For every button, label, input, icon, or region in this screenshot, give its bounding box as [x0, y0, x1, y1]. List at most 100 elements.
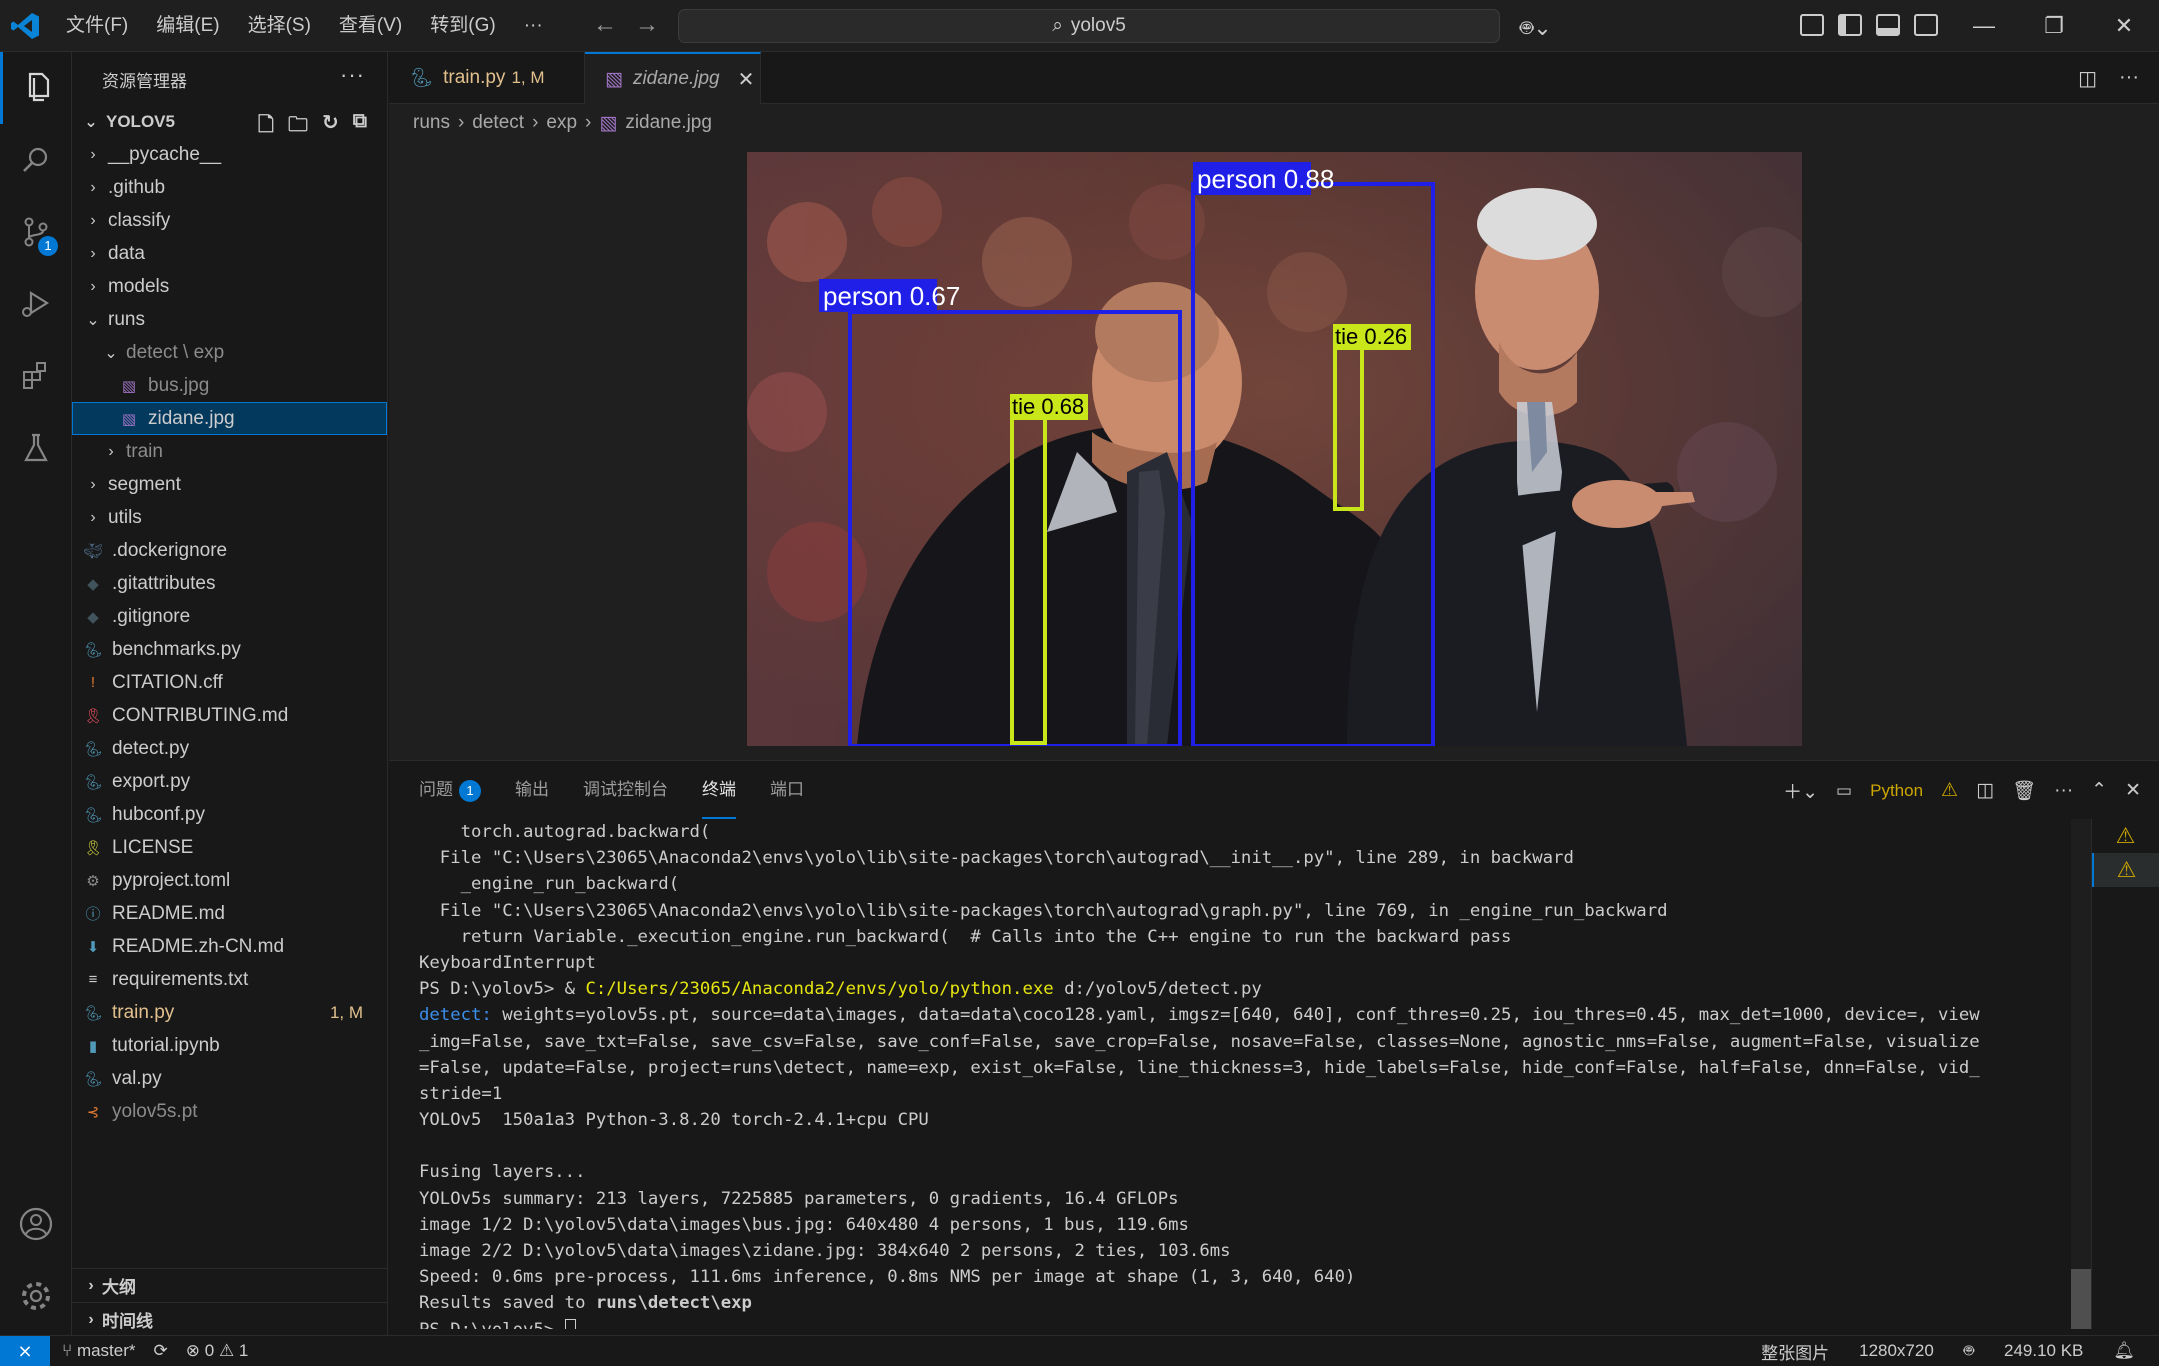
tree-folder[interactable]: › .github [72, 171, 387, 204]
tree-folder[interactable]: › data [72, 237, 387, 270]
new-terminal-icon[interactable]: ＋⌄ [1783, 777, 1818, 804]
tree-file[interactable]: ▧ bus.jpg [72, 369, 387, 402]
tree-file[interactable]: 🐍︎ val.py [72, 1062, 387, 1095]
toggle-primary-sidebar-icon[interactable] [1838, 14, 1862, 36]
tree-folder[interactable]: › segment [72, 468, 387, 501]
terminal-instance-warning-icon[interactable]: ⚠ [2092, 819, 2159, 853]
minimize-button[interactable]: — [1949, 0, 2019, 52]
menu-item[interactable]: 选择(S) [234, 0, 325, 52]
explorer-sidebar: 资源管理器 ··· ⌄ YOLOV5 🗋︎ 🗀︎ ↻ ⧉ › __pycache_… [72, 52, 388, 1335]
command-center-search[interactable]: ⌕ yolov5 [678, 9, 1500, 43]
close-window-button[interactable]: ✕ [2089, 0, 2159, 52]
tab-debug-console[interactable]: 调试控制台 [583, 761, 668, 819]
tree-file[interactable]: ◆ .gitignore [72, 600, 387, 633]
extensions-icon[interactable] [0, 340, 72, 412]
tree-folder[interactable]: › __pycache__ [72, 138, 387, 171]
python-file-icon: 🐍︎ [83, 1070, 103, 1088]
split-editor-icon[interactable]: ◫ [2078, 66, 2097, 91]
breadcrumb-item[interactable]: zidane.jpg [625, 112, 712, 134]
breadcrumb-item[interactable]: exp [546, 112, 577, 134]
tree-file[interactable]: ! CITATION.cff [72, 666, 387, 699]
notifications-bell-icon[interactable]: 🔔︎ [2113, 1341, 2135, 1361]
tab-output[interactable]: 输出 [515, 761, 549, 819]
terminal-shell-label[interactable]: Python [1870, 781, 1923, 801]
tree-folder[interactable]: › models [72, 270, 387, 303]
kill-terminal-icon[interactable]: 🗑︎ [2012, 779, 2036, 803]
terminal-line: Speed: 0.6ms pre-process, 111.6ms infere… [419, 1264, 2073, 1290]
toggle-secondary-sidebar-icon[interactable] [1914, 14, 1938, 36]
breadcrumb-item[interactable]: detect [472, 112, 524, 134]
tree-file[interactable]: ▮ tutorial.ipynb [72, 1029, 387, 1062]
search-sidebar-icon[interactable] [0, 124, 72, 196]
tree-folder[interactable]: › utils [72, 501, 387, 534]
tab-ports[interactable]: 端口 [770, 761, 804, 819]
tree-folder[interactable]: › classify [72, 204, 387, 237]
chevron-down-icon: ⌄ [86, 311, 100, 329]
forward-arrow-icon[interactable]: → [635, 12, 659, 38]
remote-indicator-icon[interactable]: ⨯ [0, 1336, 50, 1366]
breadcrumb-item[interactable]: runs [413, 112, 450, 134]
tab-label: 端口 [770, 780, 804, 799]
tab-train-py[interactable]: 🐍︎ train.py 1, M [389, 52, 585, 104]
tree-file[interactable]: ⊰ yolov5s.pt [72, 1095, 387, 1128]
tree-file[interactable]: 🐍︎ hubconf.py [72, 798, 387, 831]
tree-folder[interactable]: ⌄ runs [72, 303, 387, 336]
sync-icon[interactable]: ⟳ [154, 1341, 168, 1361]
explorer-more-icon[interactable]: ··· [340, 62, 365, 88]
customize-layout-icon[interactable] [1800, 14, 1824, 36]
tree-file[interactable]: ▧ zidane.jpg [72, 402, 387, 435]
workspace-root[interactable]: ⌄ YOLOV5 🗋︎ 🗀︎ ↻ ⧉ [72, 106, 387, 138]
tab-terminal[interactable]: 终端 [702, 761, 736, 819]
close-panel-icon[interactable]: ✕ [2125, 779, 2141, 802]
image-zoom-mode[interactable]: 整张图片 [1761, 1339, 1829, 1364]
tree-folder[interactable]: › train [72, 435, 387, 468]
toggle-panel-icon[interactable] [1876, 14, 1900, 36]
terminal-output[interactable]: torch.autograd.backward( File "C:\Users\… [419, 819, 2073, 1329]
testing-flask-icon[interactable] [0, 412, 72, 484]
run-debug-icon[interactable] [0, 268, 72, 340]
explorer-icon[interactable] [0, 52, 72, 124]
tree-file[interactable]: 🐳︎ .dockerignore [72, 534, 387, 567]
terminal-instance-warning-icon[interactable]: ⚠ [2092, 853, 2159, 887]
tree-file[interactable]: ⬇ README.zh-CN.md [72, 930, 387, 963]
tab-zidane-jpg[interactable]: ▧ zidane.jpg ✕ [585, 52, 761, 104]
tree-file[interactable]: 🐍︎ train.py 1, M [72, 996, 387, 1029]
back-arrow-icon[interactable]: ← [593, 12, 617, 38]
tree-file[interactable]: ⓘ README.md [72, 897, 387, 930]
branch-indicator[interactable]: ⑂ master* [62, 1341, 136, 1361]
settings-gear-icon[interactable] [0, 1260, 72, 1332]
panel-more-icon[interactable]: ··· [2054, 780, 2073, 802]
tree-file[interactable]: ⚙ pyproject.toml [72, 864, 387, 897]
copilot-status-icon[interactable]: 🤖︎ [1964, 1339, 1974, 1363]
outline-section[interactable]: › 大纲 [72, 1268, 388, 1302]
scrollbar-thumb[interactable] [2071, 1269, 2091, 1329]
activity-bar: 1 [0, 52, 72, 1335]
source-control-icon[interactable]: 1 [0, 196, 72, 268]
account-icon[interactable] [0, 1188, 72, 1260]
split-terminal-icon[interactable]: ◫ [1976, 779, 1994, 802]
editor-more-icon[interactable]: ··· [2119, 66, 2139, 91]
timeline-section[interactable]: › 时间线 [72, 1302, 388, 1336]
menu-item[interactable]: 查看(V) [325, 0, 416, 52]
problems-indicator[interactable]: ⊗ 0 ⚠ 1 [186, 1341, 249, 1361]
menu-item[interactable]: 文件(F) [52, 0, 142, 52]
menu-item[interactable]: 转到(G) [416, 0, 509, 52]
maximize-panel-icon[interactable]: ⌃ [2091, 779, 2107, 802]
tree-file[interactable]: 🐍︎ detect.py [72, 732, 387, 765]
tree-file[interactable]: 🎗︎ CONTRIBUTING.md [72, 699, 387, 732]
menu-item[interactable]: 编辑(E) [142, 0, 233, 52]
tree-file[interactable]: ≡ requirements.txt [72, 963, 387, 996]
tree-item-label: .gitattributes [112, 572, 216, 594]
restore-button[interactable]: ❐ [2019, 0, 2089, 52]
terminal-scrollbar[interactable] [2071, 819, 2091, 1329]
tab-problems[interactable]: 问题 1 [419, 761, 481, 819]
tree-file[interactable]: 🐍︎ benchmarks.py [72, 633, 387, 666]
tree-file[interactable]: 🎗︎ LICENSE [72, 831, 387, 864]
copilot-icon[interactable]: 🤖︎⌄ [1520, 12, 1552, 44]
menu-overflow-icon[interactable]: ··· [510, 0, 557, 52]
tree-file[interactable]: ◆ .gitattributes [72, 567, 387, 600]
tree-folder[interactable]: ⌄ detect \ exp [72, 336, 387, 369]
close-tab-icon[interactable]: ✕ [738, 67, 755, 92]
chevron-right-icon: › [108, 442, 114, 460]
tree-file[interactable]: 🐍︎ export.py [72, 765, 387, 798]
